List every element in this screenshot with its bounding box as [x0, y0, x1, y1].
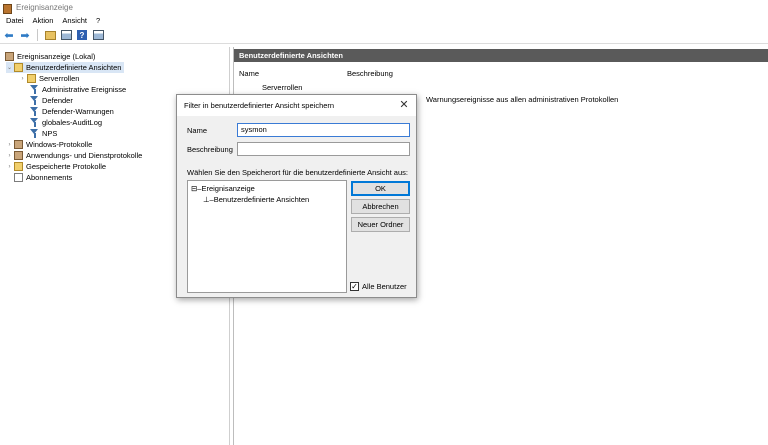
tree-item-serverrollen[interactable]: › Serverrollen: [19, 73, 79, 84]
tree-item-label: Gespeicherte Protokolle: [26, 162, 107, 171]
properties-icon: [92, 30, 104, 40]
menu-datei[interactable]: Datei: [6, 16, 24, 25]
tree-item-label: Anwendungs- und Dienstprotokolle: [26, 151, 143, 160]
location-node-label: Benutzerdefinierte Ansichten: [213, 195, 310, 204]
ok-button[interactable]: OK: [351, 181, 410, 196]
column-header-name[interactable]: Name: [239, 69, 347, 78]
tree-item-label: Ereignisanzeige (Lokal): [17, 52, 96, 61]
tree-item-label: Serverrollen: [39, 74, 80, 83]
chevron-right-icon[interactable]: ›: [6, 142, 13, 148]
chevron-down-icon[interactable]: ⌄: [6, 64, 13, 71]
toolbar: ⬅ ➡ ?: [0, 27, 768, 44]
tree-item-label: Abonnements: [26, 173, 73, 182]
all-users-option[interactable]: ✓ Alle Benutzer: [350, 282, 407, 291]
location-node-label: Ereignisanzeige: [201, 184, 255, 193]
tree-item-benutzerdefinierte-ansichten[interactable]: ⌄ Benutzerdefinierte Ansichten: [6, 62, 125, 73]
tree-branch-icon: ⊟–: [191, 184, 202, 193]
properties-button[interactable]: [92, 29, 104, 41]
tree-item-windows-protokolle[interactable]: › Windows-Protokolle: [6, 139, 92, 150]
window-title: Ereignisanzeige: [16, 2, 73, 12]
tree-item-globales-auditlog[interactable]: globales-AuditLog: [30, 117, 102, 128]
tree-item-nps[interactable]: NPS: [30, 128, 57, 139]
name-label: Name: [187, 126, 208, 135]
arrow-left-icon[interactable]: ⬅: [3, 29, 15, 42]
subscription-icon: [14, 173, 23, 182]
all-users-label: Alle Benutzer: [362, 282, 407, 291]
filter-icon: [30, 96, 39, 105]
tree-branch-icon: ⊥–: [203, 195, 214, 204]
tree-item-label: Administrative Ereignisse: [42, 85, 127, 94]
folder-up-button[interactable]: [44, 29, 56, 41]
filter-icon: [30, 85, 39, 94]
tree-item-ereignisanzeige-lokal[interactable]: Ereignisanzeige (Lokal): [5, 51, 95, 62]
new-folder-button[interactable]: Neuer Ordner: [351, 217, 410, 232]
cancel-button[interactable]: Abbrechen: [351, 199, 410, 214]
description-label: Beschreibung: [187, 145, 233, 154]
event-viewer-app-icon: [3, 3, 12, 14]
description-input[interactable]: [237, 142, 410, 156]
tree-item-gespeicherte-protokolle[interactable]: › Gespeicherte Protokolle: [6, 161, 106, 172]
menu-bar: Datei Aktion Ansicht ?: [0, 14, 768, 27]
location-label: Wählen Sie den Speicherort für die benut…: [187, 168, 408, 177]
name-input[interactable]: sysmon: [237, 123, 410, 137]
chevron-right-icon[interactable]: ›: [6, 153, 13, 159]
event-log-icon: [5, 52, 14, 61]
dialog-title: Filter in benutzerdefinierter Ansicht sp…: [184, 101, 335, 110]
tree-item-label: Benutzerdefinierte Ansichten: [26, 63, 122, 72]
folder-icon: [27, 74, 36, 83]
folder-icon: [14, 63, 23, 72]
dialog-title-bar: Filter in benutzerdefinierter Ansicht sp…: [177, 95, 416, 116]
toolbar-separator: [37, 29, 38, 41]
help-button[interactable]: ?: [76, 29, 88, 41]
console-icon: [60, 30, 72, 40]
location-node-benutzerdefinierte-ansichten[interactable]: ⊥–Benutzerdefinierte Ansichten: [203, 195, 309, 204]
chevron-right-icon[interactable]: ›: [19, 76, 26, 82]
menu-help[interactable]: ?: [96, 16, 100, 25]
close-icon[interactable]: ✕: [398, 99, 410, 111]
menu-aktion[interactable]: Aktion: [33, 16, 54, 25]
title-bar: Ereignisanzeige: [0, 0, 768, 14]
content-header: Benutzerdefinierte Ansichten: [234, 49, 768, 62]
location-tree: ⊟–Ereignisanzeige ⊥–Benutzerdefinierte A…: [187, 180, 347, 293]
folder-icon: [44, 30, 56, 40]
filter-icon: [30, 129, 39, 138]
column-headers: Name Beschreibung: [239, 69, 393, 78]
row-description: Warnungsereignisse aus allen administrat…: [426, 95, 619, 104]
menu-ansicht[interactable]: Ansicht: [62, 16, 87, 25]
tree-item-label: Defender: [42, 96, 73, 105]
location-node-ereignisanzeige[interactable]: ⊟–Ereignisanzeige: [191, 184, 255, 193]
all-users-checkbox[interactable]: ✓: [350, 282, 359, 291]
event-log-icon: [14, 140, 23, 149]
console-tree-button[interactable]: [60, 29, 72, 41]
folder-icon: [14, 162, 23, 171]
help-icon: ?: [77, 30, 87, 40]
column-header-beschreibung[interactable]: Beschreibung: [347, 69, 393, 78]
arrow-right-icon[interactable]: ➡: [19, 29, 31, 42]
filter-icon: [30, 107, 39, 116]
event-log-icon: [14, 151, 23, 160]
tree-item-label: globales-AuditLog: [42, 118, 103, 127]
tree-item-label: NPS: [42, 129, 58, 138]
table-row[interactable]: Serverrollen: [262, 83, 302, 92]
tree-item-anwendungs-und-dienstprotokolle[interactable]: › Anwendungs- und Dienstprotokolle: [6, 150, 142, 161]
tree-item-defender[interactable]: Defender: [30, 95, 73, 106]
tree-item-label: Defender-Warnungen: [42, 107, 114, 116]
tree-item-defender-warnungen[interactable]: Defender-Warnungen: [30, 106, 114, 117]
tree-item-abonnements[interactable]: Abonnements: [14, 172, 72, 183]
save-filter-dialog: Filter in benutzerdefinierter Ansicht sp…: [176, 94, 417, 298]
chevron-right-icon[interactable]: ›: [6, 164, 13, 170]
filter-icon: [30, 118, 39, 127]
tree-item-administrative-ereignisse[interactable]: Administrative Ereignisse: [30, 84, 126, 95]
tree-item-label: Windows-Protokolle: [26, 140, 93, 149]
